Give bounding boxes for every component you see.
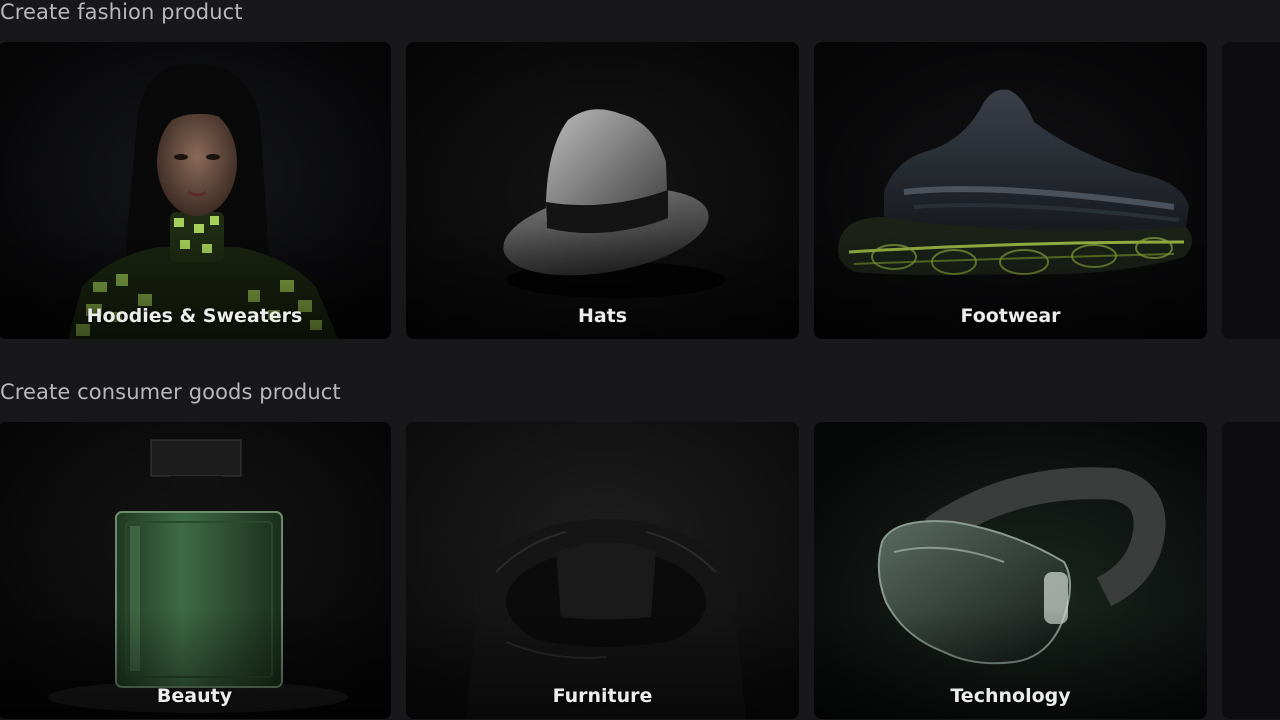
card-label: Hats [577,305,628,327]
card-footwear[interactable]: Footwear [814,42,1207,339]
card-partial[interactable] [1222,42,1280,339]
card-partial[interactable] [1222,422,1280,719]
card-label: Technology [950,685,1071,707]
card-label: Beauty [156,685,233,707]
card-technology[interactable]: Technology [814,422,1207,719]
card-label: Hoodies & Sweaters [86,305,303,327]
section-title-consumer-goods: Create consumer goods product [0,380,341,404]
card-furniture[interactable]: Furniture [406,422,799,719]
partial-card-image [1222,42,1280,339]
card-hats[interactable]: Hats [406,42,799,339]
fashion-cards-row: Hoodies & Sweaters Hats Footwear [0,42,1280,339]
card-beauty[interactable]: Beauty [0,422,391,719]
card-hoodies-sweaters[interactable]: Hoodies & Sweaters [0,42,391,339]
product-gallery-page: Create fashion product Hoodies & Sweater… [0,0,1280,720]
consumer-goods-cards-row: Beauty Furniture Technology [0,422,1280,719]
card-label: Footwear [960,305,1061,327]
partial-card-image [1222,422,1280,719]
card-label: Furniture [552,685,653,707]
section-title-fashion: Create fashion product [0,0,243,24]
